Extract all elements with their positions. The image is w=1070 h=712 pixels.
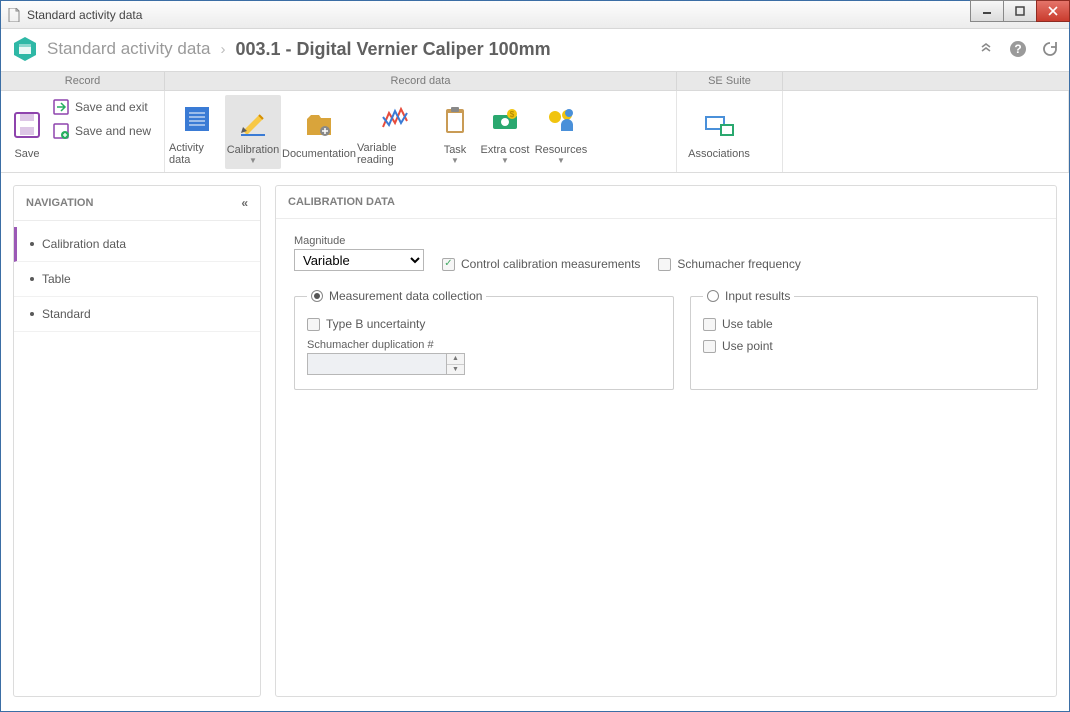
schumacher-dup-label: Schumacher duplication # [307,339,661,351]
measurement-legend[interactable]: Measurement data collection [307,289,486,303]
chevron-down-icon: ▼ [249,158,257,164]
navigation-header: NAVIGATION [26,197,93,209]
spin-up-button[interactable]: ▲ [447,354,464,365]
minimize-button[interactable] [970,0,1004,22]
chevron-down-icon: ▼ [501,158,509,164]
ribbon-group-labels: Record Record data SE Suite [1,71,1069,91]
svg-text:?: ? [1014,42,1021,56]
type-b-uncertainty-checkbox[interactable]: Type B uncertainty [307,317,661,331]
documentation-icon [302,108,336,142]
navigation-panel: NAVIGATION « Calibration data Table Stan… [13,185,261,697]
document-icon [7,8,21,22]
save-and-exit-button[interactable]: Save and exit [53,97,151,117]
page-title: 003.1 - Digital Vernier Caliper 100mm [235,39,550,60]
refresh-icon[interactable] [1041,40,1059,58]
bullet-icon [30,277,34,281]
variable-reading-icon [378,102,412,136]
ribbon-group-se-suite: SE Suite [677,72,783,90]
breadcrumb-root[interactable]: Standard activity data [47,39,210,59]
chevron-down-icon: ▼ [557,158,565,164]
input-results-fieldset: Input results Use table Use point [690,289,1038,390]
radio-icon [707,290,719,302]
activity-data-button[interactable]: Activity data [169,95,225,169]
checkbox-checked-icon [442,258,455,271]
activity-data-icon [180,102,214,136]
collapse-left-icon[interactable]: « [241,196,248,210]
app-icon [11,35,39,63]
calibration-icon [236,104,270,138]
calibration-button[interactable]: Calibration ▼ [225,95,281,169]
window-title: Standard activity data [27,8,142,22]
task-icon [438,104,472,138]
documentation-button[interactable]: Documentation [281,95,357,169]
collapse-up-icon[interactable] [977,40,995,58]
spin-down-button[interactable]: ▼ [447,365,464,375]
resources-icon [544,104,578,138]
save-new-icon [53,123,69,139]
variable-reading-button[interactable]: Variable reading [357,95,433,169]
form-header: CALIBRATION DATA [276,186,1056,219]
ribbon-group-record: Record [1,72,165,90]
associations-icon [702,108,736,142]
task-button[interactable]: Task ▼ [433,95,477,169]
associations-button[interactable]: Associations [681,95,757,169]
chevron-right-icon: › [220,41,225,58]
save-exit-icon [53,99,69,115]
radio-checked-icon [311,290,323,302]
input-results-legend[interactable]: Input results [703,289,794,303]
bullet-icon [30,242,34,246]
nav-item-calibration-data[interactable]: Calibration data [14,227,260,262]
checkbox-icon [703,318,716,331]
maximize-button[interactable] [1003,0,1037,22]
schumacher-frequency-checkbox[interactable]: Schumacher frequency [658,257,800,271]
checkbox-icon [658,258,671,271]
checkbox-icon [307,318,320,331]
magnitude-label: Magnitude [294,235,424,247]
use-point-checkbox[interactable]: Use point [703,339,1025,353]
save-and-new-button[interactable]: Save and new [53,121,151,141]
measurement-data-fieldset: Measurement data collection Type B uncer… [294,289,674,390]
bullet-icon [30,312,34,316]
help-icon[interactable]: ? [1009,40,1027,58]
chevron-down-icon: ▼ [451,158,459,164]
magnitude-select[interactable]: Variable [294,249,424,271]
form-panel: CALIBRATION DATA Magnitude Variable Cont… [275,185,1057,697]
extra-cost-icon: $ [488,104,522,138]
use-table-checkbox[interactable]: Use table [703,317,1025,331]
nav-item-standard[interactable]: Standard [14,297,260,332]
spinner: ▲ ▼ [447,353,465,375]
save-icon [10,108,44,142]
control-measurements-checkbox[interactable]: Control calibration measurements [442,257,640,271]
checkbox-icon [703,340,716,353]
svg-text:$: $ [510,110,515,119]
nav-item-table[interactable]: Table [14,262,260,297]
save-button[interactable]: Save [5,95,49,169]
extra-cost-button[interactable]: $ Extra cost ▼ [477,95,533,169]
resources-button[interactable]: Resources ▼ [533,95,589,169]
window-controls [971,0,1070,22]
header: Standard activity data › 003.1 - Digital… [1,29,1069,71]
ribbon: Save Save and exit Save and new Activity… [1,91,1069,173]
schumacher-dup-input[interactable] [307,353,447,375]
ribbon-group-record-data: Record data [165,72,677,90]
titlebar: Standard activity data [1,1,1069,29]
close-button[interactable] [1036,0,1070,22]
save-label: Save [14,148,39,160]
